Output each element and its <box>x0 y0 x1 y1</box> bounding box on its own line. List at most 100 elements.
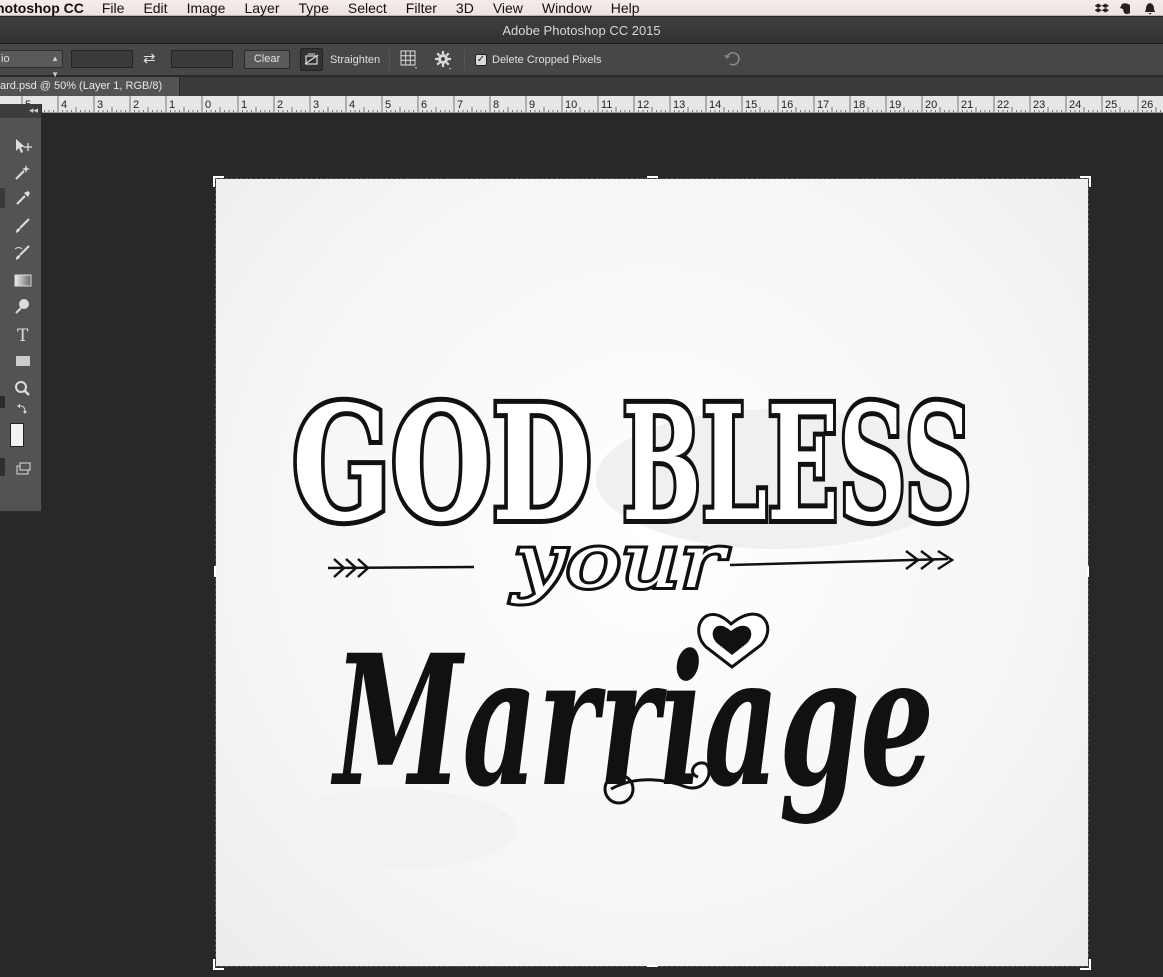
ruler-label: 4 <box>61 99 67 111</box>
ruler-label: 5 <box>385 99 391 111</box>
ruler-label: 2 <box>133 99 139 111</box>
crop-handle-top[interactable] <box>646 176 658 188</box>
ratio-dropdown[interactable]: io ▲ ▼ <box>0 50 63 79</box>
menu-layer[interactable]: Layer <box>244 0 279 16</box>
crop-handle-right[interactable] <box>1085 565 1097 577</box>
notification-bell-icon[interactable] <box>1143 2 1157 15</box>
menu-file[interactable]: File <box>102 0 125 16</box>
artwork-your-text-fill: your <box>510 519 729 605</box>
divider <box>389 49 390 71</box>
dodge-tool-icon[interactable] <box>12 296 34 316</box>
ruler-label: 19 <box>889 99 901 111</box>
gradient-tool-icon[interactable] <box>12 270 34 290</box>
menu-edit[interactable]: Edit <box>143 0 167 16</box>
ruler-label: 7 <box>457 99 463 111</box>
swap-colors-icon[interactable] <box>12 400 34 420</box>
divider <box>464 49 465 71</box>
dropbox-icon[interactable] <box>1094 2 1109 14</box>
quick-mask-stub[interactable] <box>0 458 5 476</box>
crop-options-bar: io ▲ ▼ ⇄ Clear Straighten ✓ Delete Croppe… <box>0 44 1163 79</box>
ruler-label: 6 <box>421 99 427 111</box>
menu-type[interactable]: Type <box>299 0 329 16</box>
ruler-label: 25 <box>1105 99 1117 111</box>
artwork: GOD GOD BLESS BLESS your your Marriage <box>276 367 977 869</box>
ruler-label: 1 <box>169 99 175 111</box>
menu-window[interactable]: Window <box>542 0 592 16</box>
window-title: Adobe Photoshop CC 2015 <box>0 17 1163 44</box>
mac-menubar: hotoshop CC File Edit Image Layer Type S… <box>0 0 1163 16</box>
evernote-icon[interactable] <box>1119 2 1133 15</box>
ruler-label: 22 <box>997 99 1009 111</box>
ruler-label: 10 <box>565 99 577 111</box>
menu-3d[interactable]: 3D <box>456 0 474 16</box>
clear-button[interactable]: Clear <box>244 50 290 69</box>
crop-width-field[interactable] <box>71 50 133 68</box>
ruler-label: 9 <box>529 99 535 111</box>
default-colors-icon[interactable] <box>0 396 5 408</box>
menu-select[interactable]: Select <box>348 0 387 16</box>
ruler-label: 1 <box>241 99 247 111</box>
collapse-icon[interactable]: ◂◂ <box>29 105 38 116</box>
menu-filter[interactable]: Filter <box>406 0 437 16</box>
menubar-status-area <box>1094 0 1157 16</box>
menu-view[interactable]: View <box>493 0 523 16</box>
ruler-label: 26 <box>1141 99 1153 111</box>
document-canvas[interactable]: GOD GOD BLESS BLESS your your Marriage <box>216 179 1088 966</box>
crop-handle-left[interactable] <box>213 565 225 577</box>
ruler-label: 13 <box>673 99 685 111</box>
ruler-label: 8 <box>493 99 499 111</box>
background-color-swatch[interactable] <box>10 422 34 448</box>
ruler-label: 16 <box>781 99 793 111</box>
crop-tool-stub[interactable] <box>0 188 5 208</box>
type-tool-icon[interactable]: T <box>12 324 34 344</box>
reset-icon[interactable] <box>722 49 742 74</box>
ruler-label: 3 <box>97 99 103 111</box>
crop-handle-bottom-right[interactable] <box>1079 958 1091 970</box>
ruler-label: 17 <box>817 99 829 111</box>
crop-handle-top-right[interactable] <box>1079 176 1091 188</box>
ratio-value: io <box>1 53 10 65</box>
history-brush-tool-icon[interactable] <box>12 243 34 263</box>
delete-cropped-label[interactable]: Delete Cropped Pixels <box>492 54 601 66</box>
left-arrow-icon <box>327 558 475 578</box>
rectangle-tool-icon[interactable] <box>12 351 34 371</box>
ruler-label: 4 <box>349 99 355 111</box>
ruler-label: 24 <box>1069 99 1081 111</box>
straighten-label[interactable]: Straighten <box>330 54 380 66</box>
ruler-label: 11 <box>601 99 612 111</box>
gear-icon[interactable] <box>433 49 453 76</box>
svg-text:T: T <box>17 326 29 343</box>
ruler-label: 2 <box>277 99 283 111</box>
crop-handle-top-left[interactable] <box>213 176 225 188</box>
app-menu[interactable]: hotoshop CC <box>0 0 84 16</box>
crop-handle-bottom[interactable] <box>646 963 658 975</box>
brush-tool-icon[interactable] <box>12 216 34 236</box>
ruler-label: 12 <box>637 99 649 111</box>
delete-cropped-checkbox[interactable]: ✓ <box>475 54 487 66</box>
tab-strip <box>180 77 1163 96</box>
menu-help[interactable]: Help <box>611 0 640 16</box>
ruler-label: 14 <box>709 99 721 111</box>
horizontal-ruler[interactable]: 6543210123456789101112131415161718192021… <box>0 96 1163 113</box>
ruler-label: 20 <box>925 99 937 111</box>
tools-panel-header[interactable]: ◂◂ <box>0 104 41 118</box>
crop-handle-bottom-left[interactable] <box>213 958 225 970</box>
ruler-label: 21 <box>961 99 973 111</box>
overlay-grid-icon[interactable] <box>400 50 418 75</box>
zoom-tool-icon[interactable] <box>12 379 34 399</box>
document-tab[interactable]: ard.psd @ 50% (Layer 1, RGB/8) <box>0 77 180 96</box>
tools-panel: ◂◂ T <box>0 104 42 512</box>
ruler-label: 3 <box>313 99 319 111</box>
ruler-label: 15 <box>745 99 757 111</box>
menu-image[interactable]: Image <box>187 0 226 16</box>
crop-height-field[interactable] <box>171 50 233 68</box>
ruler-label: 18 <box>853 99 865 111</box>
eyedropper-tool-icon[interactable] <box>12 188 34 208</box>
ruler-label: 23 <box>1033 99 1045 111</box>
straighten-icon[interactable] <box>300 48 323 71</box>
screen-mode-icon[interactable] <box>12 458 34 478</box>
move-tool-icon[interactable] <box>12 136 34 156</box>
magic-wand-tool-icon[interactable] <box>12 162 34 182</box>
ruler-label: 0 <box>205 99 211 111</box>
swap-dimensions-icon[interactable]: ⇄ <box>143 49 156 67</box>
